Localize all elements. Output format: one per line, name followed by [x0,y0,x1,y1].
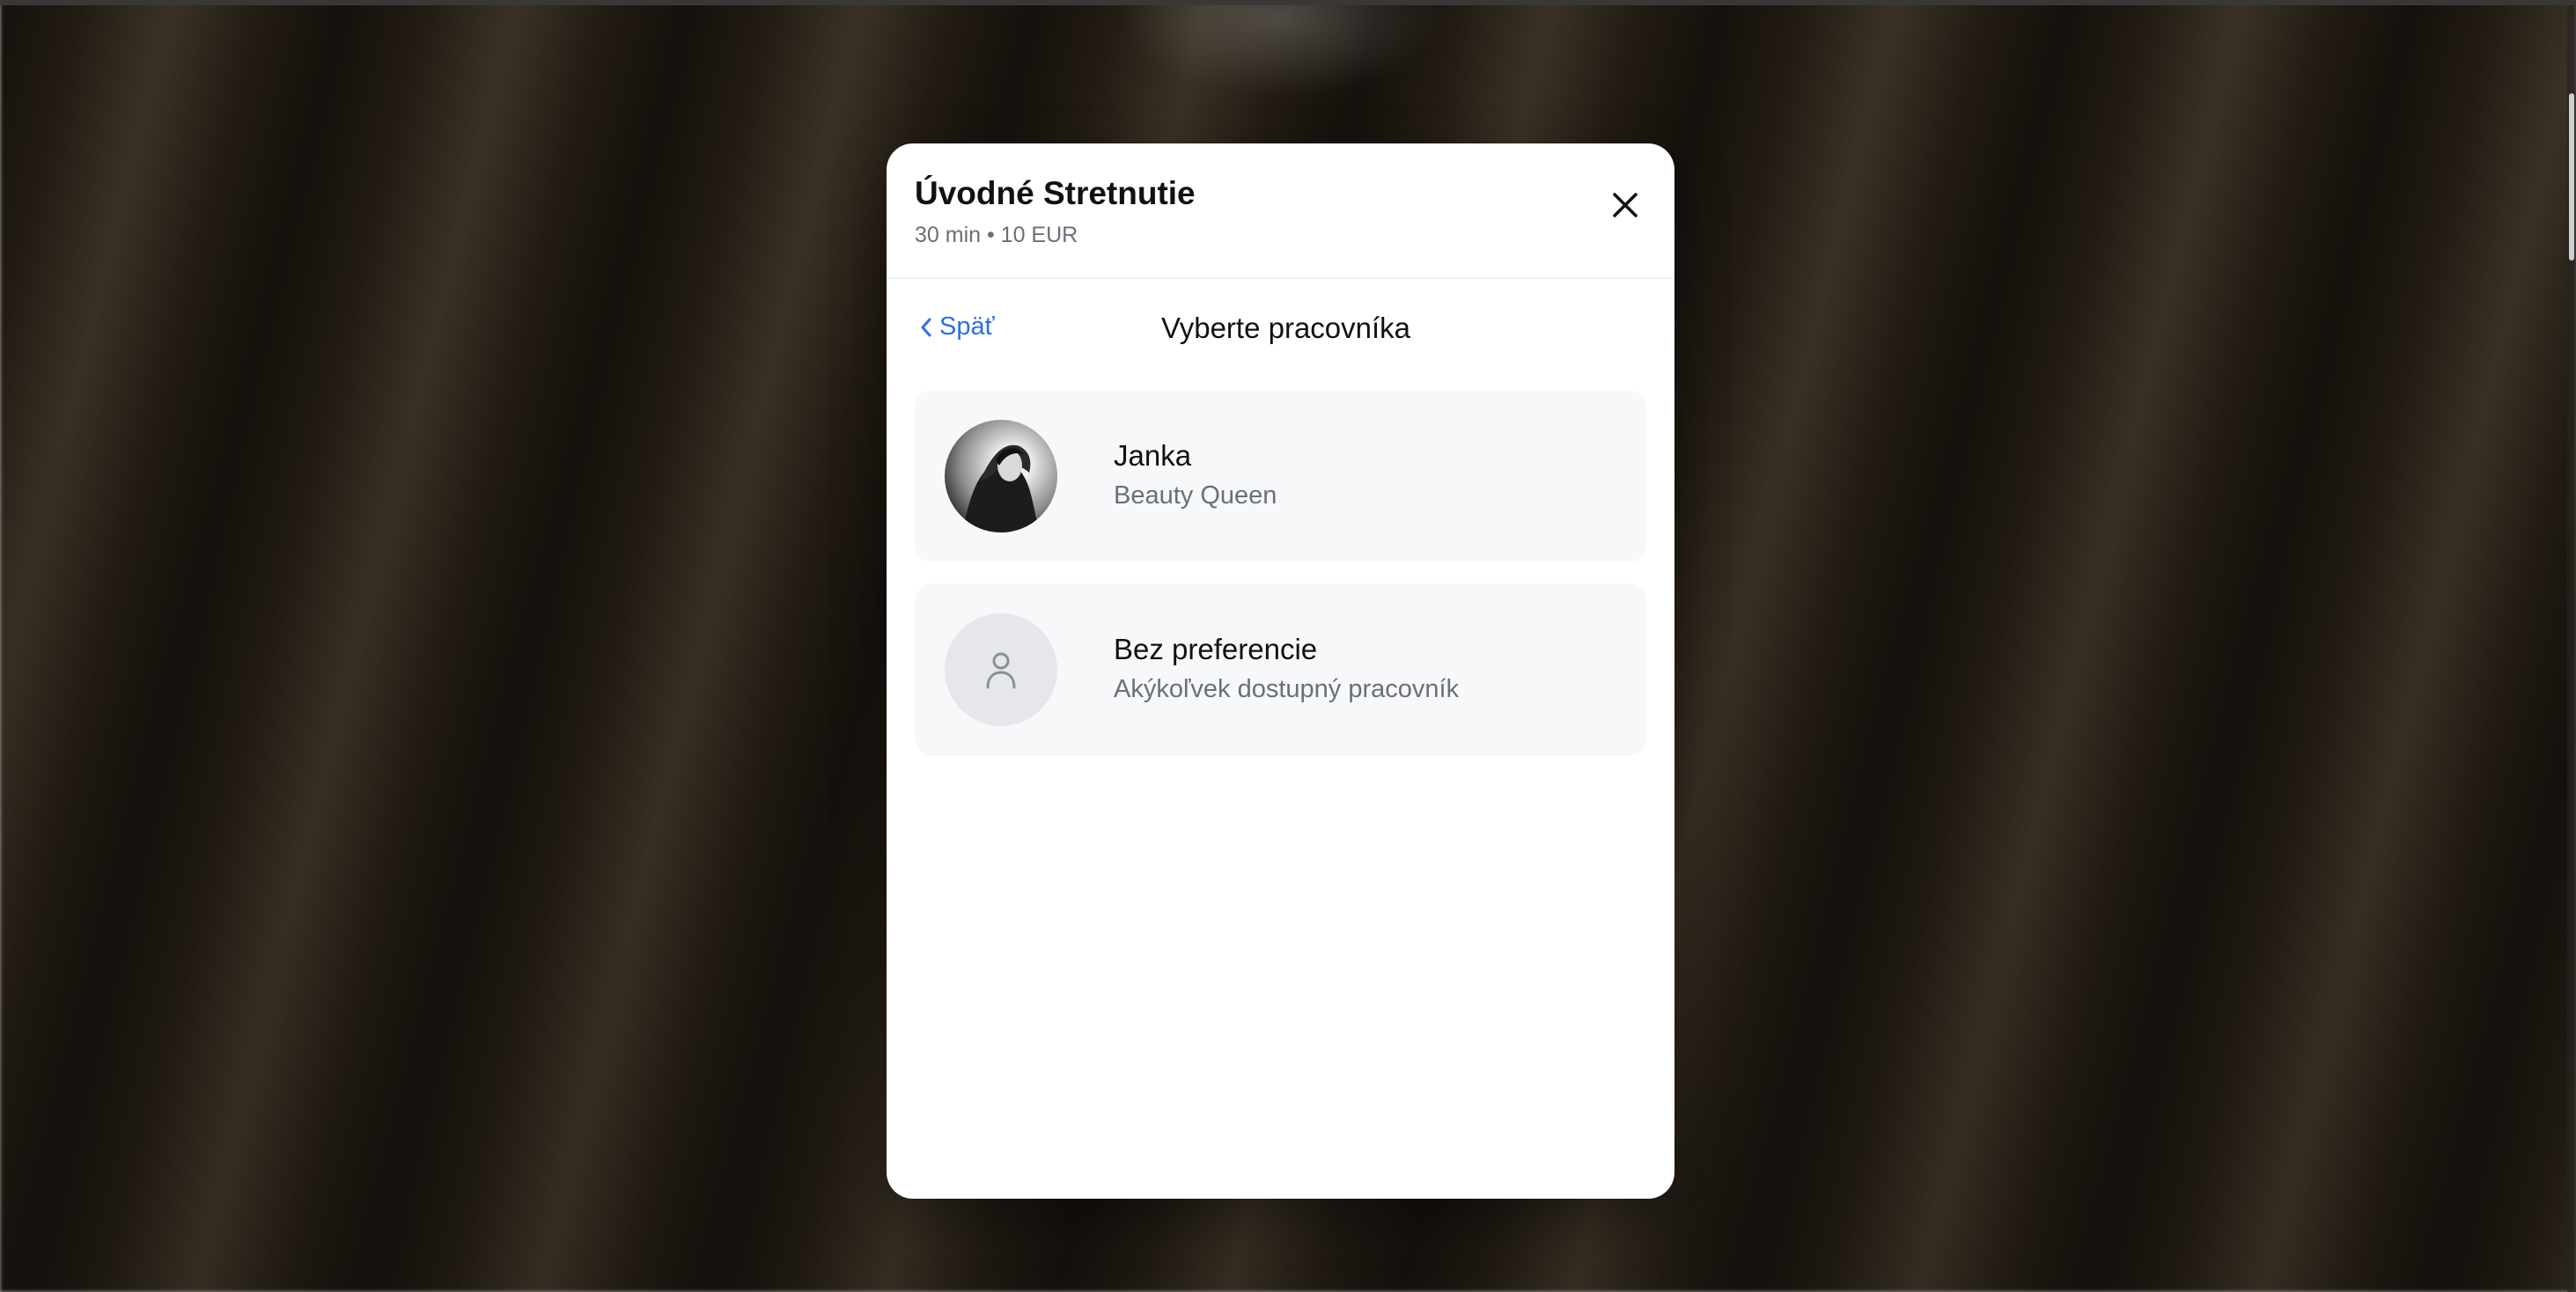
scrollbar-thumb[interactable] [2569,93,2574,261]
step-navigation: Späť Vyberte pracovníka [887,279,1674,378]
staff-role: Akýkoľvek dostupný pracovník [1114,675,1460,703]
staff-role: Beauty Queen [1114,481,1277,510]
staff-card-janka[interactable]: Janka Beauty Queen [915,390,1646,562]
close-button[interactable] [1602,182,1648,228]
window-top-border [0,0,2576,5]
page-scrollbar[interactable] [2567,5,2576,1292]
staff-name: Janka [1114,439,1192,472]
avatar-photo [945,420,1057,532]
staff-list: Janka Beauty Queen Bez preferencie Akýko… [915,390,1646,777]
booking-modal: Úvodné Stretnutie 30 min • 10 EUR Späť V… [887,143,1674,1199]
portrait-image [962,444,1040,532]
step-title: Vyberte pracovníka [1160,312,1411,344]
user-icon [986,652,1016,689]
modal-header: Úvodné Stretnutie 30 min • 10 EUR [887,143,1674,279]
staff-name: Bez preferencie [1114,633,1318,665]
staff-card-no-preference[interactable]: Bez preferencie Akýkoľvek dostupný praco… [915,584,1646,756]
modal-title: Úvodné Stretnutie [915,175,1196,211]
close-icon [1613,193,1638,217]
modal-subtitle: 30 min • 10 EUR [915,223,1078,247]
avatar-placeholder [945,613,1057,726]
